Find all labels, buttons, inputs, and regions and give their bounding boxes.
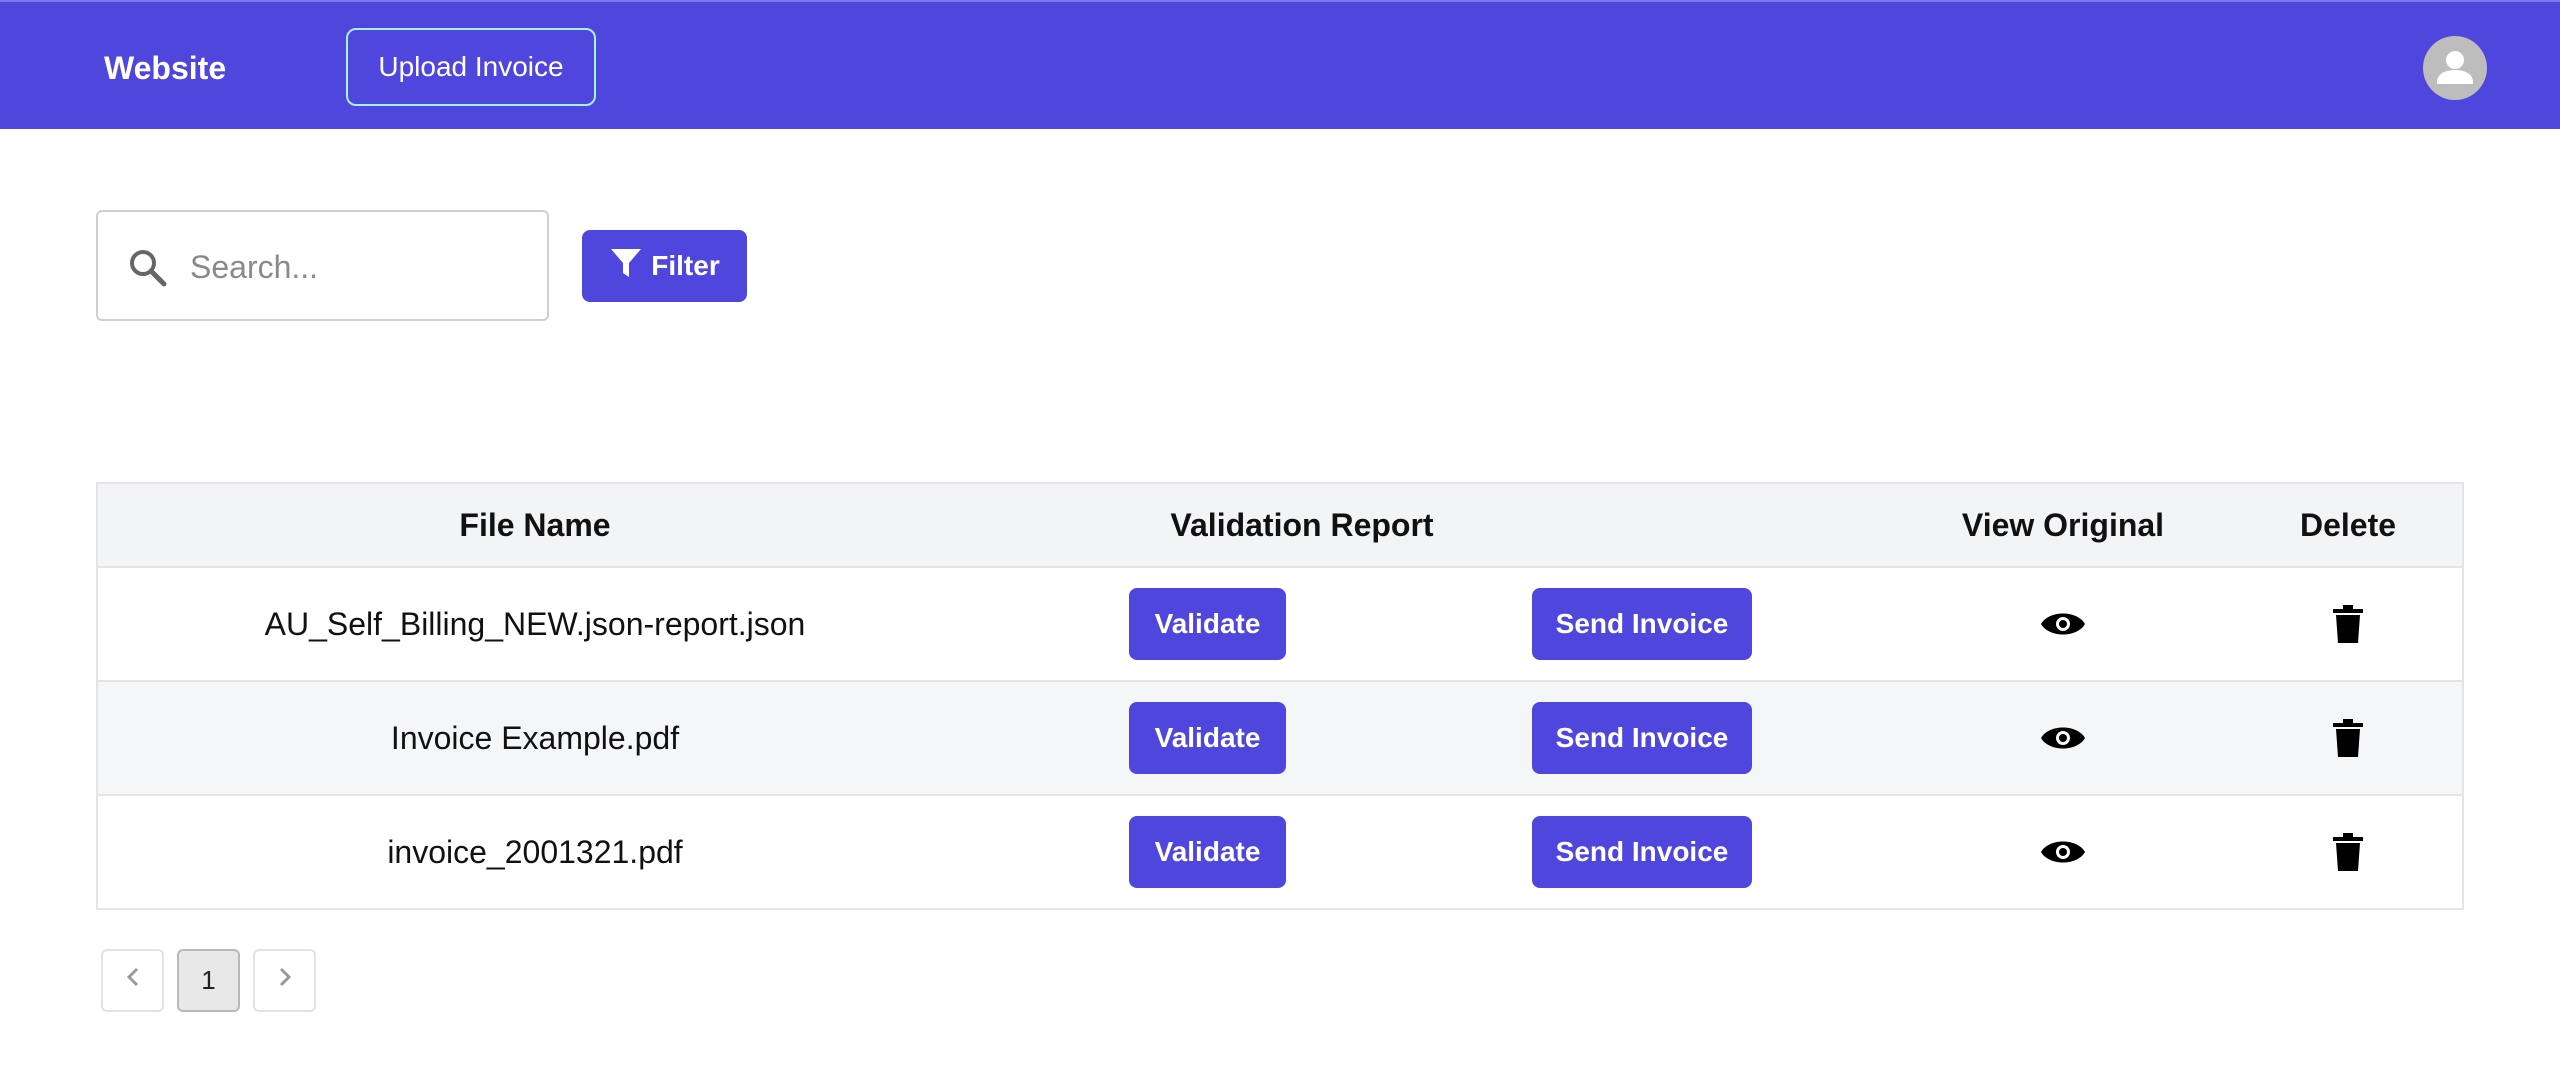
brand-title[interactable]: Website	[104, 50, 226, 86]
eye-icon[interactable]	[2039, 836, 2087, 868]
validate-button[interactable]: Validate	[1129, 702, 1286, 774]
search-input[interactable]	[188, 236, 532, 298]
eye-icon[interactable]	[2039, 722, 2087, 754]
column-header-validation-report: Validation Report	[1170, 506, 1434, 543]
pagination: 1	[101, 949, 329, 1012]
file-name: AU_Self_Billing_NEW.json-report.json	[264, 605, 806, 642]
file-name: Invoice Example.pdf	[390, 719, 680, 756]
column-header-delete: Delete	[2299, 506, 2397, 543]
table-row: AU_Self_Billing_NEW.json-report.json Val…	[98, 568, 2462, 682]
validate-button[interactable]: Validate	[1129, 588, 1286, 660]
send-invoice-button[interactable]: Send Invoice	[1532, 702, 1752, 774]
column-header-view-original: View Original	[1961, 506, 2165, 543]
table-row: invoice_2001321.pdf Validate Send Invoic…	[98, 796, 2462, 908]
table-row: Invoice Example.pdf Validate Send Invoic…	[98, 682, 2462, 796]
send-invoice-button[interactable]: Send Invoice	[1532, 588, 1752, 660]
prev-page-button[interactable]	[101, 949, 164, 1012]
file-name: invoice_2001321.pdf	[387, 833, 683, 870]
next-page-button[interactable]	[253, 949, 316, 1012]
filter-icon	[609, 246, 651, 287]
validate-button[interactable]: Validate	[1129, 816, 1286, 888]
account-circle-icon[interactable]	[2423, 36, 2487, 100]
trash-icon[interactable]	[2333, 605, 2363, 643]
invoice-table: File Name Validation Report View Origina…	[96, 482, 2464, 910]
chevron-right-icon	[275, 965, 295, 996]
send-invoice-button[interactable]: Send Invoice	[1532, 816, 1752, 888]
upload-invoice-button[interactable]: Upload Invoice	[346, 28, 596, 106]
search-icon	[128, 248, 168, 288]
chevron-left-icon	[123, 965, 143, 996]
page-number-button[interactable]: 1	[177, 949, 240, 1012]
column-header-actions	[1632, 484, 1852, 566]
table-header: File Name Validation Report View Origina…	[98, 484, 2462, 568]
eye-icon[interactable]	[2039, 608, 2087, 640]
search-box	[96, 210, 549, 321]
filter-label: Filter	[651, 250, 720, 281]
trash-icon[interactable]	[2333, 833, 2363, 871]
trash-icon[interactable]	[2333, 719, 2363, 757]
filter-button[interactable]: Filter	[582, 230, 747, 302]
column-header-file-name: File Name	[459, 506, 611, 543]
top-navbar: Website Upload Invoice	[0, 0, 2560, 129]
